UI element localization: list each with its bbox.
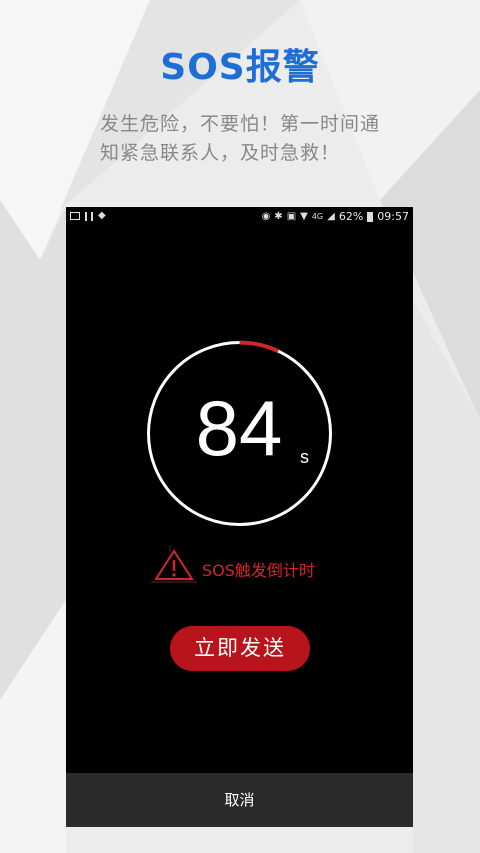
countdown-elapsed-arc	[239, 340, 280, 353]
clock: 09:57	[377, 210, 409, 223]
send-now-button[interactable]: 立即发送	[170, 626, 310, 671]
promo-title: SOS报警	[160, 47, 320, 88]
bluetooth-icon: ✱	[274, 210, 283, 222]
warning-icon: ﾐ	[151, 545, 197, 583]
app-notification-icon: ◆	[98, 210, 106, 221]
cancel-button[interactable]: 取消	[66, 773, 413, 827]
network-type: 4G	[311, 211, 324, 221]
signal-icon: ◢	[327, 210, 335, 222]
nfc-icon: ▣	[286, 210, 297, 222]
battery-icon	[367, 211, 374, 222]
phone-screen: ◆ ◉ ✱ ▣ ▼ 4G ◢ 62% 09:57 84 s ﾐ SOS触发倒计时…	[66, 207, 413, 827]
countdown-unit: s	[300, 447, 309, 467]
image-notification-icon	[70, 212, 80, 220]
sos-trigger-label: SOS触发倒计时	[202, 561, 315, 580]
pause-notification-icon	[85, 211, 93, 221]
wifi-icon: ▼	[300, 210, 308, 222]
battery-percent: 62%	[338, 210, 364, 223]
status-bar: ◆ ◉ ✱ ▣ ▼ 4G ◢ 62% 09:57	[66, 207, 413, 227]
promo-description: 发生危险，不要怕！第一时间通知紧急联系人，及时急救！	[100, 113, 381, 164]
svg-text:ﾐ: ﾐ	[168, 545, 172, 553]
location-icon: ◉	[261, 210, 271, 222]
countdown-value: 84	[195, 384, 283, 472]
